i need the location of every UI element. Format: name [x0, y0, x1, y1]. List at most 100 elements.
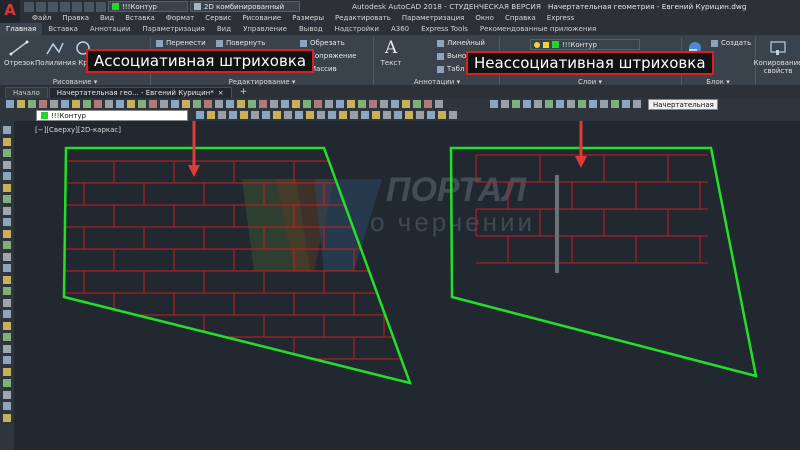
toolbar-button-icon[interactable]	[17, 100, 25, 108]
toolbar-button-icon[interactable]	[611, 100, 619, 108]
toolbar-button-icon[interactable]	[490, 100, 498, 108]
menu-edit[interactable]: Правка	[62, 14, 89, 22]
toolbar-button-icon[interactable]	[295, 111, 303, 119]
toolbar-button-icon[interactable]	[39, 100, 47, 108]
draw-tool-icon[interactable]	[3, 287, 11, 295]
toolbar-button-icon[interactable]	[83, 100, 91, 108]
menu-parametric[interactable]: Параметризация	[402, 14, 464, 22]
tab-start[interactable]: Начало	[5, 87, 48, 98]
table-tool[interactable]: Табл	[437, 65, 464, 73]
toolbar-button-icon[interactable]	[391, 100, 399, 108]
workspace-dropdown[interactable]: 2D комбинированный	[190, 1, 300, 12]
move-tool[interactable]: Перенести	[156, 39, 206, 47]
toolbar-button-icon[interactable]	[633, 100, 641, 108]
annotation-panel-title[interactable]: Аннотации ▾	[376, 77, 498, 86]
menu-draw[interactable]: Рисование	[242, 14, 281, 22]
draw-tool-icon[interactable]	[3, 321, 11, 330]
toolbar-button-icon[interactable]	[306, 111, 314, 119]
toolbar-button-icon[interactable]	[273, 111, 281, 119]
toolbar-button-icon[interactable]	[347, 100, 355, 108]
toolbar-button-icon[interactable]	[248, 100, 256, 108]
tab-parametric[interactable]: Параметризация	[136, 23, 210, 35]
draw-tool-icon[interactable]	[3, 390, 11, 399]
line-tool[interactable]: Отрезок	[4, 39, 35, 67]
draw-tool-icon[interactable]	[3, 252, 11, 261]
menu-format[interactable]: Формат	[166, 14, 194, 22]
create-block-tool[interactable]: Создать	[711, 39, 751, 47]
toolbar-button-icon[interactable]	[251, 111, 259, 119]
menu-view[interactable]: Вид	[100, 14, 114, 22]
toolbar-button-icon[interactable]	[72, 100, 80, 108]
new-file-icon[interactable]	[24, 1, 34, 12]
toolbar-button-icon[interactable]	[589, 100, 597, 108]
tab-express-tools[interactable]: Express Tools	[415, 23, 474, 35]
new-tab-button[interactable]: +	[233, 87, 255, 98]
save-as-icon[interactable]	[60, 1, 70, 12]
tab-featured-apps[interactable]: Рекомендованные приложения	[474, 23, 602, 35]
toolbar-button-icon[interactable]	[215, 100, 223, 108]
toolbar-button-icon[interactable]	[28, 100, 36, 108]
toolbar-button-icon[interactable]	[600, 100, 608, 108]
toolbar-button-icon[interactable]	[380, 100, 388, 108]
toolbar-button-icon[interactable]	[127, 100, 135, 108]
draw-tool-icon[interactable]	[3, 172, 11, 180]
toolbar-button-icon[interactable]	[545, 100, 553, 108]
toolbar-button-icon[interactable]	[116, 100, 124, 108]
toolbar-button-icon[interactable]	[369, 100, 377, 108]
menu-window[interactable]: Окно	[475, 14, 494, 22]
toolbar-button-icon[interactable]	[240, 111, 248, 119]
tab-output[interactable]: Вывод	[293, 23, 329, 35]
toolbar-button-icon[interactable]	[336, 100, 344, 108]
toolbar-button-icon[interactable]	[196, 111, 204, 119]
toolbar-button-icon[interactable]	[226, 100, 234, 108]
toolbar-button-icon[interactable]	[394, 111, 402, 119]
trim-tool[interactable]: Обрезать	[300, 39, 345, 47]
menu-file[interactable]: Файл	[32, 14, 51, 22]
draw-tool-icon[interactable]	[3, 149, 11, 157]
undo-icon[interactable]	[84, 1, 94, 12]
linear-dimension-tool[interactable]: Линейный	[437, 39, 485, 47]
toolbar-button-icon[interactable]	[270, 100, 278, 108]
toolbar-button-icon[interactable]	[361, 111, 369, 119]
toolbar-button-icon[interactable]	[383, 111, 391, 119]
match-properties-tool[interactable]: Копирование свойств	[754, 39, 800, 75]
draw-tool-icon[interactable]	[3, 183, 11, 192]
close-tab-icon[interactable]: ×	[218, 88, 224, 99]
toolbar-button-icon[interactable]	[262, 111, 270, 119]
toolbar-button-icon[interactable]	[416, 111, 424, 119]
toolbar-button-icon[interactable]	[402, 100, 410, 108]
tab-view[interactable]: Вид	[211, 23, 237, 35]
draw-tool-icon[interactable]	[3, 264, 11, 272]
toolbar-button-icon[interactable]	[138, 100, 146, 108]
draw-tool-icon[interactable]	[3, 218, 11, 226]
menu-express[interactable]: Express	[547, 14, 574, 22]
toolbar-button-icon[interactable]	[501, 100, 509, 108]
toolbar-button-icon[interactable]	[578, 100, 586, 108]
toolbar-button-icon[interactable]	[204, 100, 212, 108]
draw-tool-icon[interactable]	[3, 195, 11, 203]
toolbar-button-icon[interactable]	[556, 100, 564, 108]
menu-insert[interactable]: Вставка	[125, 14, 155, 22]
toolbar-button-icon[interactable]	[149, 100, 157, 108]
polyline-tool[interactable]: Полилиния	[35, 39, 76, 67]
layer-dropdown[interactable]: !!!Контур	[108, 1, 188, 12]
print-icon[interactable]	[72, 1, 82, 12]
style-dropdown[interactable]: Начертательная ▾	[648, 99, 718, 119]
draw-tool-icon[interactable]	[3, 298, 11, 307]
toolbar-button-icon[interactable]	[207, 111, 215, 119]
tab-a360[interactable]: А360	[385, 23, 415, 35]
text-tool[interactable]: A Текст	[380, 38, 402, 67]
draw-tool-icon[interactable]	[3, 241, 11, 249]
menu-help[interactable]: Справка	[505, 14, 536, 22]
toolbar-button-icon[interactable]	[193, 100, 201, 108]
draw-tool-icon[interactable]	[3, 310, 11, 318]
toolbar-button-icon[interactable]	[317, 111, 325, 119]
menu-tools[interactable]: Сервис	[205, 14, 231, 22]
tab-home[interactable]: Главная	[0, 23, 43, 35]
rotate-tool[interactable]: Повернуть	[216, 39, 265, 47]
draw-panel-title[interactable]: Рисование ▾	[0, 77, 150, 86]
draw-tool-icon[interactable]	[3, 206, 11, 215]
toolbar-button-icon[interactable]	[6, 100, 14, 108]
tab-manage[interactable]: Управление	[237, 23, 293, 35]
toolbar-button-icon[interactable]	[229, 111, 237, 119]
